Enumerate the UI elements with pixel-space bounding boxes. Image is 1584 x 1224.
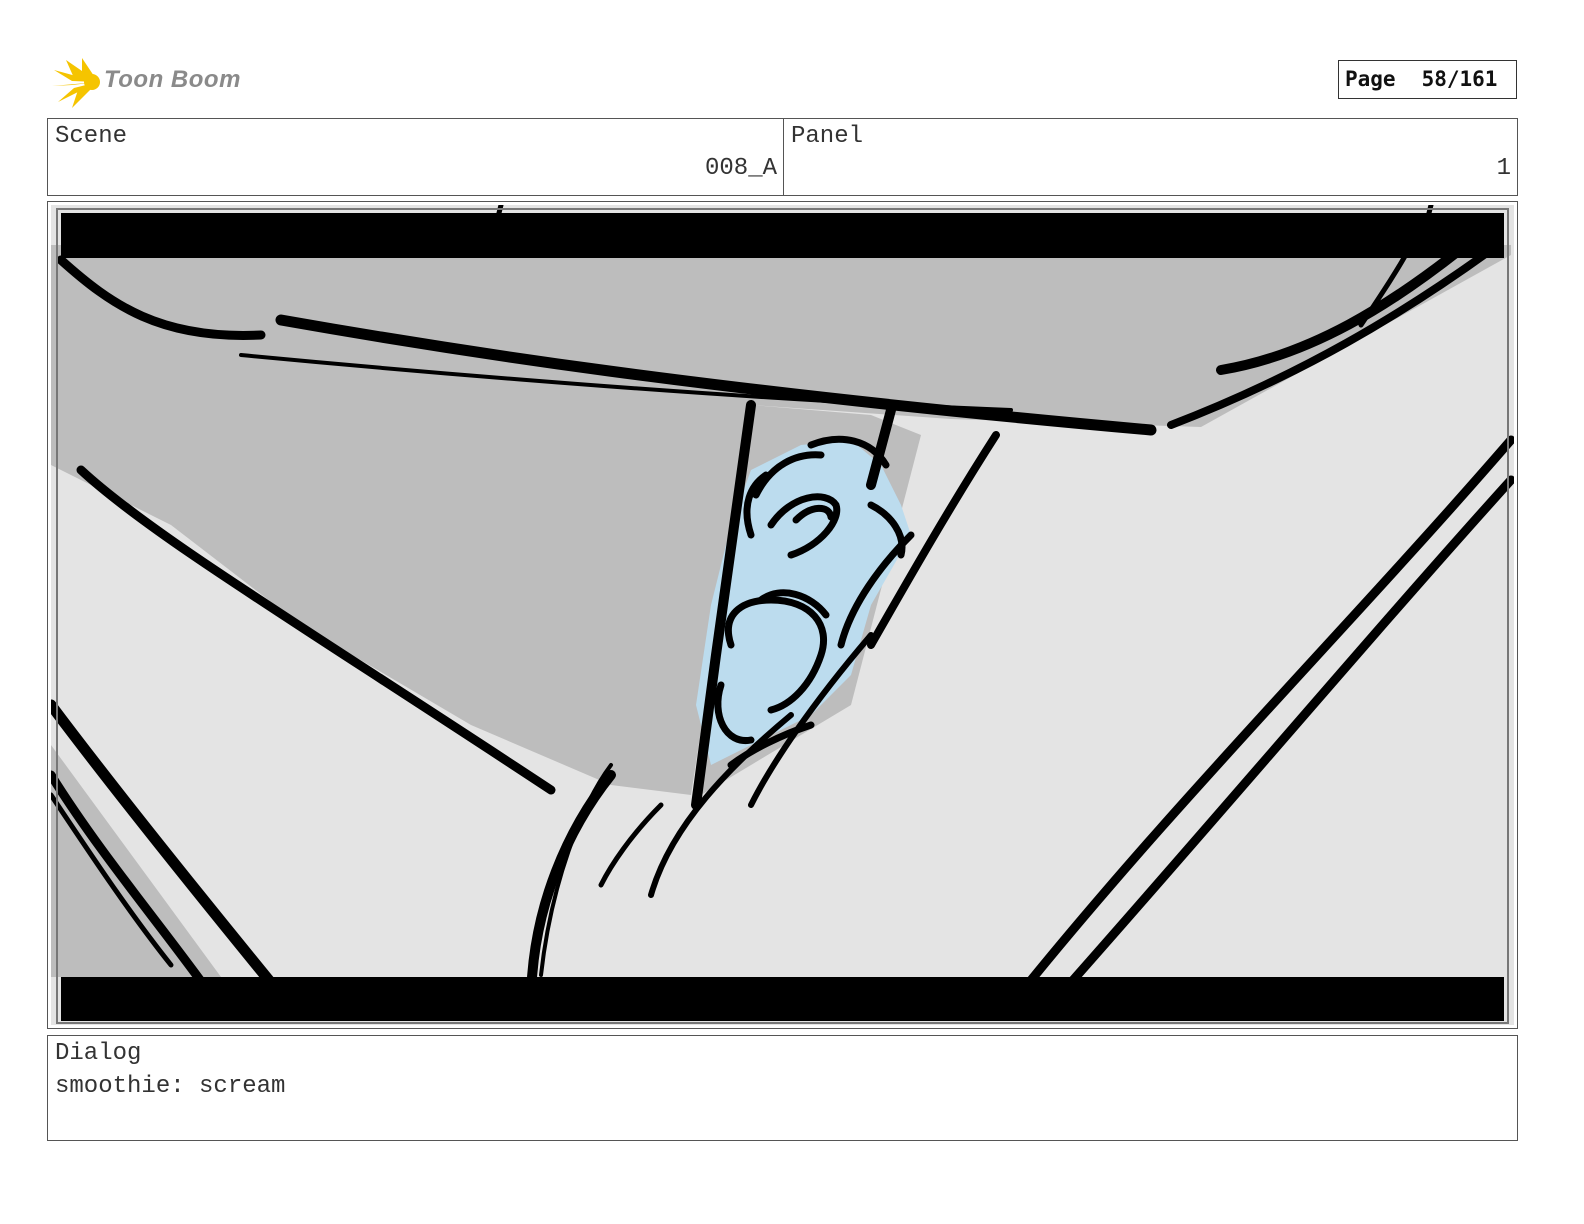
scene-panel-header: Scene 008_A Panel 1 xyxy=(47,118,1518,196)
dialog-text: smoothie: scream xyxy=(55,1073,286,1100)
scene-label: Scene xyxy=(55,123,128,150)
page-indicator: Page 58/161 xyxy=(1338,60,1517,99)
page-label: Page xyxy=(1345,67,1396,91)
scene-value: 008_A xyxy=(704,155,777,182)
dialog-label: Dialog xyxy=(55,1040,142,1067)
panel-value: 1 xyxy=(1496,155,1511,182)
starburst-icon xyxy=(52,58,100,108)
panel-label: Panel xyxy=(791,123,864,150)
dialog-box: Dialog smoothie: scream xyxy=(47,1035,1518,1141)
page-number: 58/161 xyxy=(1421,67,1498,91)
storyboard-drawing xyxy=(51,205,1514,1025)
toon-boom-logo: Toon Boom xyxy=(52,56,252,108)
panel-cell: Panel 1 xyxy=(784,119,1517,195)
scene-cell: Scene 008_A xyxy=(48,119,784,195)
logo-text: Toon Boom xyxy=(104,66,241,93)
storyboard-panel-frame xyxy=(47,201,1518,1029)
